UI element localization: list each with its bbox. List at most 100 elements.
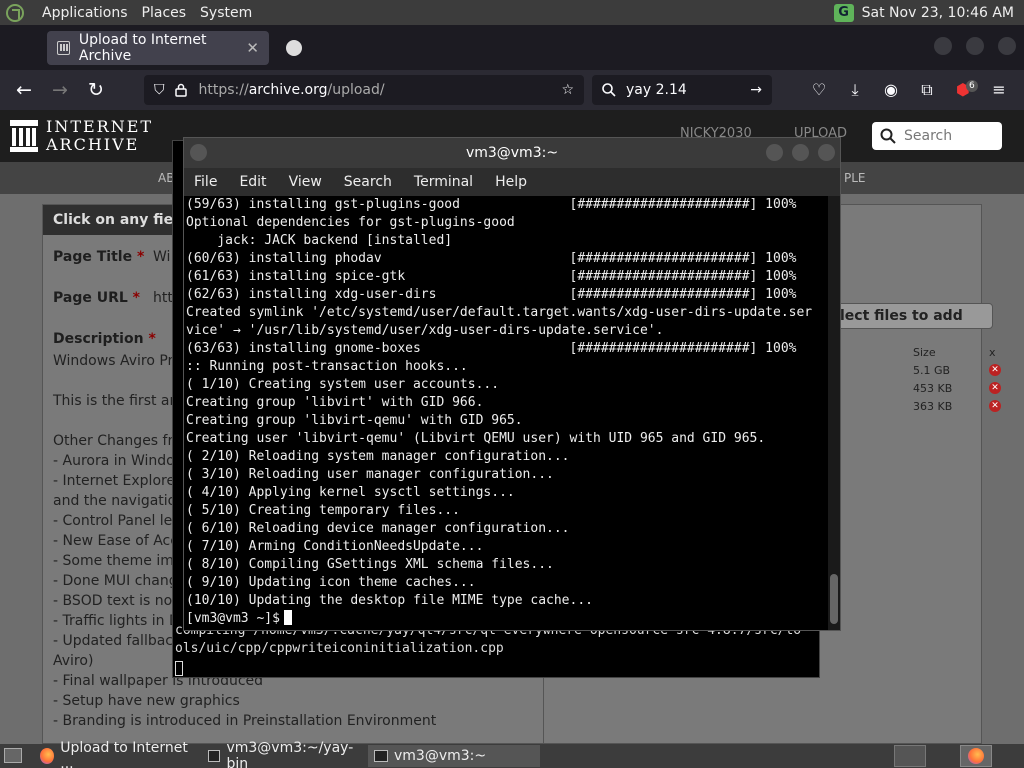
- description-label: Description *: [53, 331, 156, 347]
- select-files-button[interactable]: lect files to add: [833, 303, 993, 329]
- pocket-icon[interactable]: ♡: [808, 79, 830, 101]
- size-column-header: Size: [913, 345, 936, 359]
- terminal-menu-edit[interactable]: Edit: [239, 174, 266, 190]
- terminal-line: (60/63) installing phodav [#############…: [186, 251, 797, 266]
- ia-search-icon: [880, 128, 896, 144]
- description-line: - Branding is introduced in Preinstallat…: [53, 713, 437, 729]
- firefox-icon: [968, 748, 984, 764]
- terminal-menu-view[interactable]: View: [289, 174, 322, 190]
- back-arrow-icon[interactable]: ←: [12, 78, 36, 102]
- terminal-output[interactable]: (59/63) installing gst-plugins-good [###…: [184, 196, 828, 630]
- task-terminal-yay-bin[interactable]: vm3@vm3:~/yay-bin: [202, 740, 362, 768]
- task-firefox[interactable]: Upload to Internet ...: [34, 740, 196, 768]
- terminal-line: :: Running post-transaction hooks...: [186, 359, 468, 374]
- downloads-icon[interactable]: ⤓: [844, 79, 866, 101]
- search-go-arrow-icon[interactable]: →: [750, 82, 762, 98]
- menu-system[interactable]: System: [200, 5, 252, 21]
- page-url-field[interactable]: htt: [153, 290, 173, 306]
- terminal-menu-search[interactable]: Search: [344, 174, 392, 190]
- tray-app-icon[interactable]: G: [833, 3, 854, 22]
- back-terminal-cursor: [175, 661, 183, 676]
- workspace-2-icon[interactable]: [960, 745, 992, 767]
- terminal-titlebar[interactable]: vm3@vm3:~: [184, 138, 840, 168]
- menu-places[interactable]: Places: [142, 5, 187, 21]
- terminal-line: Creating group 'libvirt' with GID 966.: [186, 395, 484, 410]
- url-host: archive.org: [248, 82, 328, 98]
- terminal-line: Optional dependencies for gst-plugins-go…: [186, 215, 515, 230]
- terminal-line: (63/63) installing gnome-boxes [########…: [186, 341, 797, 356]
- terminal-menu-help[interactable]: Help: [495, 174, 527, 190]
- terminal-menu-terminal[interactable]: Terminal: [414, 174, 473, 190]
- remove-file-icon[interactable]: ✕: [989, 364, 1001, 376]
- window-minimize-button[interactable]: [934, 37, 952, 55]
- window-close-button[interactable]: [998, 37, 1016, 55]
- terminal-line: ( 9/10) Updating icon theme caches...: [186, 575, 476, 590]
- show-desktop-icon[interactable]: [4, 748, 22, 763]
- terminal-menu-file[interactable]: File: [194, 174, 217, 190]
- shield-icon[interactable]: ⛉: [154, 82, 165, 98]
- ia-search-placeholder: Search: [904, 128, 953, 144]
- terminal-menubar: File Edit View Search Terminal Help: [184, 168, 840, 196]
- ia-logo[interactable]: INTERNET ARCHIVE: [10, 118, 153, 154]
- terminal-menu-button[interactable]: [190, 144, 207, 161]
- remove-file-icon[interactable]: ✕: [989, 400, 1001, 412]
- terminal-prompt-line[interactable]: [vm3@vm3 ~]$: [184, 610, 828, 628]
- terminal-line: ( 7/10) Arming ConditionNeedsUpdate...: [186, 539, 484, 554]
- hamburger-menu-icon[interactable]: ≡: [988, 79, 1010, 101]
- back-terminal-line: ols/uic/cpp/cppwriteiconinitialization.c…: [175, 641, 504, 656]
- terminal-line: Created symlink '/etc/systemd/user/defau…: [186, 305, 813, 320]
- browser-nav-bar: ← → ↻ ⛉ https://archive.org/upload/ ☆ ya…: [0, 70, 1024, 110]
- file-size: 5.1 GB: [913, 363, 951, 377]
- task-label: vm3@vm3:~/yay-bin: [226, 740, 354, 768]
- firefox-icon: [40, 748, 55, 764]
- terminal-scrollbar[interactable]: [828, 196, 840, 630]
- subnav-people[interactable]: PLE: [844, 171, 866, 185]
- url-bar[interactable]: ⛉ https://archive.org/upload/ ☆: [144, 75, 584, 105]
- terminal-close-button[interactable]: [818, 144, 835, 161]
- terminal-line: ( 8/10) Compiling GSettings XML schema f…: [186, 557, 554, 572]
- search-icon: [602, 83, 616, 97]
- os-logo-icon[interactable]: [6, 3, 24, 22]
- page-url-label: Page URL *: [53, 290, 140, 306]
- terminal-line: ( 3/10) Reloading user manager configura…: [186, 467, 554, 482]
- page-title-field[interactable]: Wi: [153, 249, 170, 265]
- terminal-window[interactable]: vm3@vm3:~ File Edit View Search Terminal…: [183, 137, 841, 631]
- reload-icon[interactable]: ↻: [84, 78, 108, 102]
- archive-temple-icon: [10, 120, 38, 152]
- lock-icon[interactable]: [174, 83, 187, 97]
- account-icon[interactable]: ◉: [880, 79, 902, 101]
- description-line: - Setup have new graphics: [53, 693, 240, 709]
- tab-upload-archive[interactable]: Upload to Internet Archive ✕: [47, 31, 269, 65]
- tab-github[interactable]: [276, 31, 496, 65]
- search-bar[interactable]: yay 2.14 →: [592, 75, 772, 105]
- workspace-1-icon[interactable]: [894, 745, 926, 767]
- extensions-icon[interactable]: ⧉: [916, 79, 938, 101]
- remove-file-icon[interactable]: ✕: [989, 382, 1001, 394]
- file-row: 363 KB ✕: [879, 397, 1019, 415]
- forward-arrow-icon[interactable]: →: [48, 78, 72, 102]
- terminal-maximize-button[interactable]: [792, 144, 809, 161]
- file-row: 453 KB ✕: [879, 379, 1019, 397]
- terminal-cursor: [283, 610, 292, 625]
- terminal-line: (62/63) installing xdg-user-dirs [######…: [186, 287, 797, 302]
- terminal-line: ( 1/10) Creating system user accounts...: [186, 377, 500, 392]
- terminal-scroll-thumb[interactable]: [830, 574, 838, 624]
- logo-line-1: INTERNET: [46, 117, 154, 136]
- tab-close-icon[interactable]: ✕: [246, 39, 259, 57]
- panel-menus: Applications Places System: [6, 3, 252, 22]
- clock[interactable]: Sat Nov 23, 10:46 AM: [862, 5, 1014, 21]
- ublock-icon[interactable]: ⬢ 6: [952, 79, 978, 101]
- bookmark-star-icon[interactable]: ☆: [561, 82, 574, 98]
- window-maximize-button[interactable]: [966, 37, 984, 55]
- task-terminal-home[interactable]: vm3@vm3:~: [368, 745, 540, 767]
- tab-title: Upload to Internet Archive: [78, 32, 207, 64]
- terminal-minimize-button[interactable]: [766, 144, 783, 161]
- file-size: 363 KB: [913, 399, 953, 413]
- terminal-line: (59/63) installing gst-plugins-good [###…: [186, 197, 797, 212]
- task-label: vm3@vm3:~: [394, 748, 487, 764]
- url-scheme: https://: [198, 82, 249, 98]
- ia-search-input[interactable]: Search: [872, 122, 1002, 150]
- file-list-header: Size x: [879, 343, 1019, 361]
- menu-applications[interactable]: Applications: [42, 5, 128, 21]
- file-size: 453 KB: [913, 381, 953, 395]
